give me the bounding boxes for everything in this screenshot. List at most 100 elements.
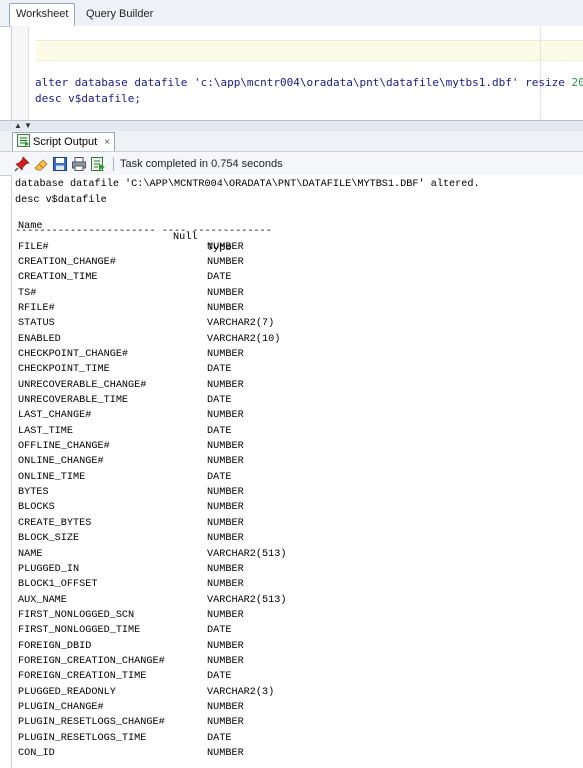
- column-name-cell: PLUGIN_RESETLOGS_TIME: [18, 732, 147, 744]
- column-name-cell: FIRST_NONLOGGED_TIME: [18, 625, 141, 637]
- column-name-cell: FOREIGN_CREATION_CHANGE#: [18, 655, 165, 667]
- expand-up-icon[interactable]: ▲: [14, 121, 22, 130]
- column-name-cell: CREATE_BYTES: [18, 517, 92, 529]
- export-icon[interactable]: [90, 156, 106, 172]
- column-name-cell: CHECKPOINT_TIME: [18, 364, 110, 376]
- script-output-tab-label: Script Output: [33, 136, 98, 148]
- column-type-cell: NUMBER: [207, 748, 244, 760]
- column-name-cell: PLUGGED_READONLY: [18, 686, 116, 698]
- script-output-icon: [17, 134, 30, 150]
- column-name-cell: CHECKPOINT_CHANGE#: [18, 348, 129, 360]
- column-name-cell: LAST_TIME: [18, 425, 74, 437]
- column-type-cell: NUMBER: [207, 256, 244, 268]
- column-name-cell: OFFLINE_CHANGE#: [18, 441, 110, 453]
- column-type-cell: DATE: [207, 272, 232, 284]
- column-type-cell: NUMBER: [207, 563, 244, 575]
- column-name-cell: CREATION_CHANGE#: [18, 256, 116, 268]
- expand-down-icon[interactable]: ▼: [24, 121, 32, 130]
- column-type-cell: NUMBER: [207, 441, 244, 453]
- column-name-cell: BLOCKS: [18, 502, 55, 514]
- output-tab-bar: Script Output ×: [0, 131, 583, 151]
- pin-icon[interactable]: [14, 155, 30, 172]
- column-name-cell: RFILE#: [18, 302, 55, 314]
- column-type-cell: VARCHAR2(10): [207, 333, 281, 345]
- script-output-area[interactable]: database datafile 'C:\APP\MCNTR004\ORADA…: [11, 175, 583, 768]
- tab-script-output[interactable]: Script Output ×: [12, 132, 116, 151]
- column-type-cell: NUMBER: [207, 456, 244, 468]
- column-type-cell: NUMBER: [207, 517, 244, 529]
- column-type-cell: NUMBER: [207, 487, 244, 499]
- column-type-cell: DATE: [207, 425, 232, 437]
- output-dash-row: ----------------------- ---- -----------…: [15, 225, 272, 237]
- code-number: 200: [571, 76, 583, 89]
- column-type-cell: DATE: [207, 471, 232, 483]
- column-name-cell: UNRECOVERABLE_CHANGE#: [18, 379, 147, 391]
- code-keyword: resize: [518, 76, 572, 89]
- column-type-cell: NUMBER: [207, 410, 244, 422]
- column-type-cell: NUMBER: [207, 302, 244, 314]
- column-type-cell: DATE: [207, 732, 232, 744]
- column-name-cell: UNRECOVERABLE_TIME: [18, 395, 129, 406]
- column-name-cell: ENABLED: [18, 333, 61, 345]
- column-type-cell: NUMBER: [207, 655, 244, 667]
- column-name-cell: TS#: [18, 287, 37, 299]
- column-type-cell: NUMBER: [207, 702, 244, 713]
- current-line-highlight: [36, 40, 583, 61]
- column-name-cell: BYTES: [18, 487, 49, 499]
- column-name-cell: FIRST_NONLOGGED_SCN: [18, 609, 135, 621]
- code-string: 'c:\app\mcntr004\oradata\pnt\datafile\my…: [193, 76, 519, 89]
- column-type-cell: NUMBER: [207, 533, 244, 545]
- column-name-cell: FOREIGN_CREATION_TIME: [18, 671, 147, 683]
- column-type-cell: DATE: [207, 364, 232, 376]
- column-type-cell: NUMBER: [207, 717, 244, 729]
- column-type-cell: NUMBER: [207, 287, 244, 299]
- column-name-cell: BLOCK_SIZE: [18, 533, 80, 545]
- output-altered-line: database datafile 'C:\APP\MCNTR004\ORADA…: [15, 179, 480, 190]
- column-name-cell: PLUGIN_RESETLOGS_CHANGE#: [18, 717, 165, 729]
- column-type-cell: NUMBER: [207, 241, 244, 253]
- column-type-cell: VARCHAR2(513): [207, 548, 287, 560]
- column-name-cell: NAME: [18, 548, 43, 560]
- column-name-cell: STATUS: [18, 318, 55, 330]
- tab-query-builder[interactable]: Query Builder: [80, 4, 159, 25]
- code-line-alter[interactable]: alter database datafile 'c:\app\mcntr004…: [35, 76, 583, 89]
- column-name-cell: PLUGGED_IN: [18, 563, 80, 575]
- column-type-cell: DATE: [207, 395, 232, 406]
- right-margin-line: [540, 26, 541, 120]
- eraser-icon[interactable]: [33, 156, 49, 172]
- toolbar-separator: [113, 156, 114, 171]
- column-name-cell: PLUGIN_CHANGE#: [18, 702, 104, 713]
- editor-tab-bar: Worksheet Query Builder: [0, 0, 583, 27]
- column-type-cell: VARCHAR2(7): [207, 318, 275, 330]
- column-name-cell: AUX_NAME: [18, 594, 67, 606]
- column-name-cell: CON_ID: [18, 748, 55, 760]
- close-icon[interactable]: ×: [104, 137, 110, 148]
- column-type-cell: NUMBER: [207, 609, 244, 621]
- column-name-cell: LAST_CHANGE#: [18, 410, 92, 422]
- print-icon[interactable]: [71, 156, 87, 172]
- column-name-cell: ONLINE_CHANGE#: [18, 456, 104, 468]
- code-keyword: alter database datafile: [35, 76, 194, 89]
- column-type-cell: VARCHAR2(513): [207, 594, 287, 606]
- column-type-cell: DATE: [207, 671, 232, 683]
- column-type-cell: NUMBER: [207, 348, 244, 360]
- column-type-cell: NUMBER: [207, 379, 244, 391]
- editor-gutter: [12, 26, 29, 120]
- column-name-cell: BLOCK1_OFFSET: [18, 579, 98, 591]
- output-desc-line: desc v$datafile: [15, 194, 107, 206]
- column-type-cell: NUMBER: [207, 640, 244, 652]
- save-icon[interactable]: [52, 156, 68, 172]
- column-name-cell: CREATION_TIME: [18, 272, 98, 284]
- column-type-cell: VARCHAR2(3): [207, 686, 275, 698]
- sql-editor[interactable]: alter database datafile 'c:\app\mcntr004…: [11, 26, 583, 120]
- tab-worksheet[interactable]: Worksheet: [9, 3, 76, 26]
- column-type-cell: NUMBER: [207, 579, 244, 591]
- column-type-cell: NUMBER: [207, 502, 244, 514]
- column-name-cell: FILE#: [18, 241, 49, 253]
- column-name-cell: FOREIGN_DBID: [18, 640, 92, 652]
- task-status: Task completed in 0.754 seconds: [120, 157, 283, 170]
- column-name-cell: ONLINE_TIME: [18, 471, 86, 483]
- column-type-cell: DATE: [207, 625, 232, 637]
- output-toolbar: Task completed in 0.754 seconds: [0, 151, 583, 176]
- code-line-desc[interactable]: desc v$datafile;: [35, 92, 141, 105]
